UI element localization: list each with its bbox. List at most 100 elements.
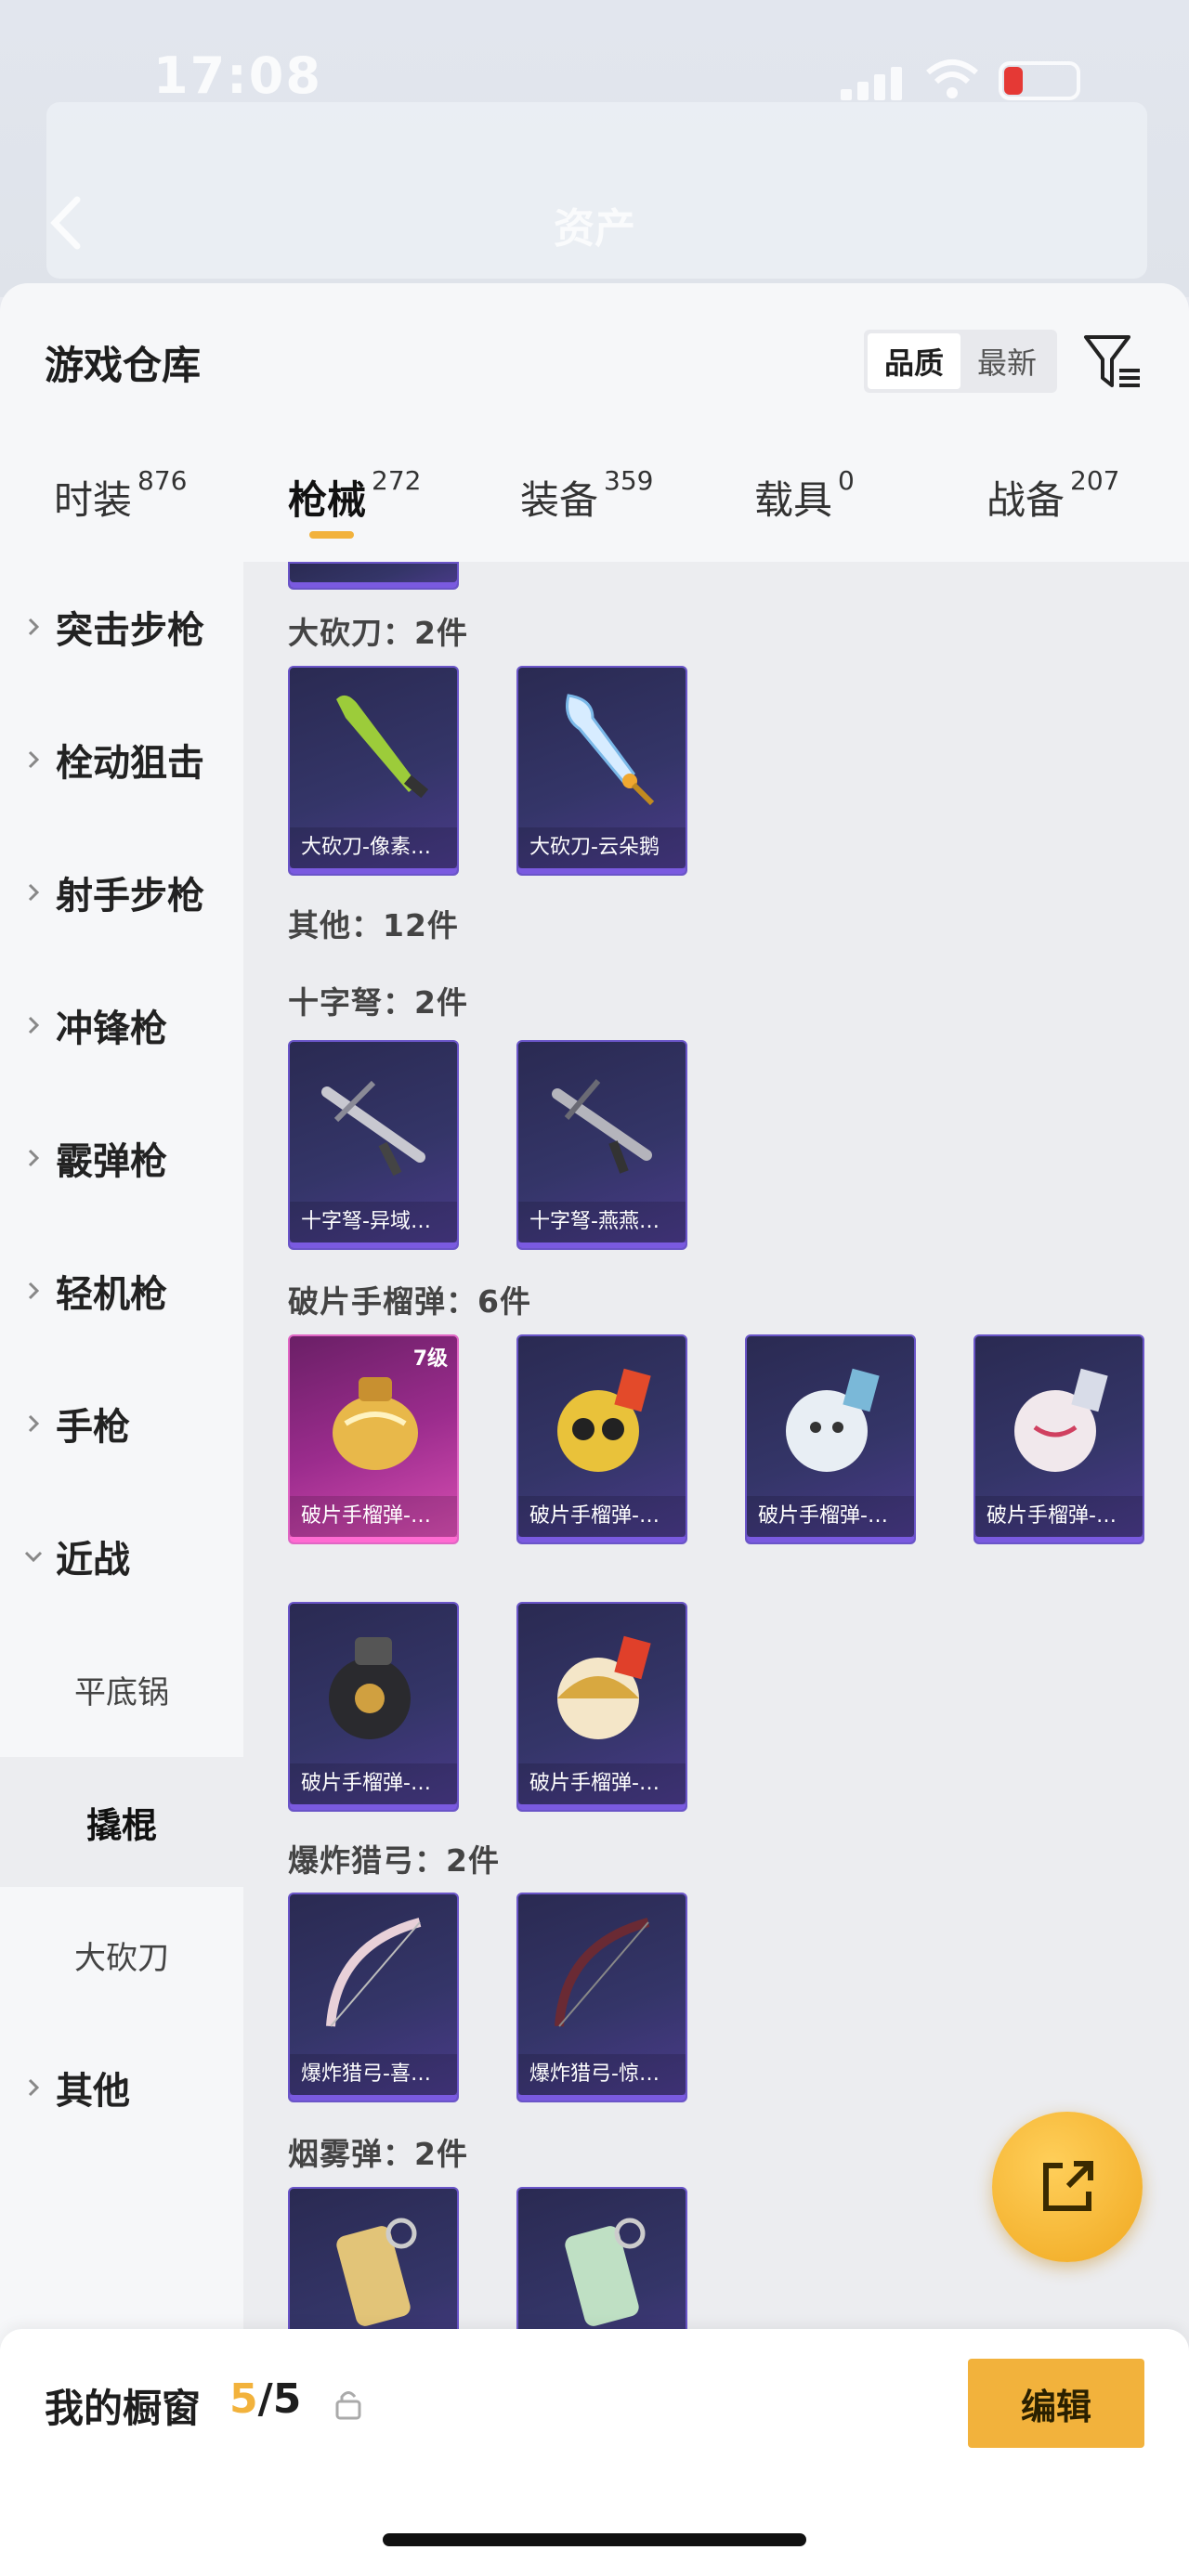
tab-label: 载具 (754, 477, 833, 523)
grenade-image (786, 1368, 880, 1472)
tab-count: 272 (372, 465, 422, 496)
tab-count: 0 (838, 465, 855, 496)
share-button[interactable] (992, 2112, 1143, 2262)
sidebar-item-label: 突击步枪 (56, 609, 204, 652)
item-name: 大砍刀-云朵鹅 (518, 827, 686, 868)
section-title-crossbow: 十字弩：2件 (288, 984, 468, 1021)
crossbow-image (321, 1080, 425, 1177)
sidebar-item-smg[interactable]: 冲锋枪 (0, 960, 243, 1090)
sidebar-item-marksman-rifle[interactable]: 射手步枪 (0, 827, 243, 957)
sheet-title: 游戏仓库 (45, 343, 202, 388)
item-name: 爆炸猎弓-惊… (518, 2054, 686, 2095)
tab-count: 359 (604, 465, 654, 496)
item-card[interactable]: 十字弩-异域… (288, 1040, 459, 1250)
chevron-right-icon (28, 2078, 40, 2097)
sidebar-item-label: 手枪 (56, 1406, 130, 1449)
item-name: 破片手榴弹-… (747, 1496, 914, 1537)
tab-fashion[interactable]: 时装 876 (54, 465, 187, 526)
tab-vehicles[interactable]: 载具 0 (754, 465, 855, 526)
crossbow-image (552, 1079, 652, 1174)
machete-image (566, 694, 655, 806)
sidebar-sub-machete[interactable]: 大砍刀 (0, 1890, 243, 2020)
item-name: 破片手榴弹-… (518, 1763, 686, 1804)
tab-equipment[interactable]: 装备 359 (520, 465, 653, 526)
battery-icon (999, 61, 1080, 100)
sidebar-item-melee[interactable]: 近战 (0, 1491, 243, 1621)
item-card[interactable]: 大砍刀-像素… (288, 666, 459, 876)
section-title-smoke: 烟雾弹：2件 (288, 2136, 468, 2172)
sidebar-item-label: 射手步枪 (56, 875, 204, 917)
showcase-label: 我的橱窗 (45, 2386, 202, 2431)
tab-count: 207 (1070, 465, 1120, 496)
item-name: 破片手榴弹-… (290, 1763, 457, 1804)
grenade-image (329, 1637, 411, 1739)
item-card[interactable]: 7级 破片手榴弹-… (288, 1334, 459, 1544)
category-sidebar: 突击步枪 栓动狙击 射手步枪 冲锋枪 霰弹枪 轻机枪 手枪 近战 平底锅 撬棍 … (0, 562, 243, 2576)
section-title-machete: 大砍刀：2件 (288, 615, 468, 651)
item-card[interactable]: 破片手榴弹-… (973, 1334, 1144, 1544)
grenade-image (333, 1377, 418, 1470)
chevron-down-icon (24, 1551, 43, 1563)
home-indicator (383, 2533, 806, 2546)
item-grid: 大砍刀：2件 大砍刀-像素… 大砍刀-云朵鹅 其他：12件 十字弩：2件 十字弩… (243, 562, 1189, 2576)
sidebar-item-pistol[interactable]: 手枪 (0, 1359, 243, 1489)
item-card[interactable]: 十字弩-燕燕… (516, 1040, 687, 1250)
tab-count: 876 (137, 465, 188, 496)
sidebar-sub-crowbar[interactable]: 撬棍 (0, 1757, 243, 1887)
item-name: 大砍刀-像素… (290, 827, 457, 868)
item-card[interactable]: 破片手榴弹-… (516, 1334, 687, 1544)
section-title-grenade: 破片手榴弹：6件 (288, 1283, 531, 1320)
item-name: 十字弩-异域… (290, 1202, 457, 1242)
showcase-total: /5 (257, 2375, 302, 2423)
item-card[interactable]: 爆炸猎弓-惊… (516, 1893, 687, 2102)
active-tab-indicator (309, 531, 354, 539)
chevron-right-icon (28, 1016, 40, 1034)
filter-icon[interactable] (1080, 330, 1145, 395)
chevron-right-icon (28, 750, 40, 769)
item-card[interactable]: 破片手榴弹-… (516, 1602, 687, 1812)
lock-icon (335, 2391, 361, 2420)
tab-gear[interactable]: 战备 207 (986, 465, 1119, 526)
tab-label: 枪械 (288, 477, 367, 523)
sidebar-item-label: 栓动狙击 (56, 742, 204, 785)
chevron-right-icon (28, 1281, 40, 1300)
tab-label: 时装 (54, 477, 133, 523)
sidebar-item-bolt-sniper[interactable]: 栓动狙击 (0, 695, 243, 825)
nav-title: 资产 (554, 205, 635, 253)
item-name: 破片手榴弹-… (975, 1496, 1143, 1537)
category-tabs: 时装 876 枪械 272 装备 359 载具 0 战备 207 (0, 460, 1189, 562)
item-card-partial[interactable] (288, 562, 459, 590)
sidebar-item-label: 轻机枪 (56, 1273, 167, 1316)
showcase-count: 5/5 (229, 2375, 301, 2423)
cellular-signal-icon (841, 63, 906, 100)
sidebar-item-label: 冲锋枪 (56, 1008, 167, 1050)
edit-button[interactable]: 编辑 (968, 2359, 1144, 2448)
share-icon (1043, 2161, 1093, 2211)
chevron-right-icon (28, 1414, 40, 1433)
sidebar-item-shotgun[interactable]: 霰弹枪 (0, 1093, 243, 1223)
machete-image (336, 695, 429, 799)
sidebar-item-label: 霰弹枪 (56, 1140, 167, 1183)
item-name: 破片手榴弹-… (290, 1496, 457, 1537)
grenade-image (557, 1635, 651, 1739)
sidebar-item-assault-rifle[interactable]: 突击步枪 (0, 562, 243, 692)
sort-quality-button[interactable]: 品质 (868, 333, 960, 389)
item-card[interactable]: 大砍刀-云朵鹅 (516, 666, 687, 876)
item-card[interactable]: 爆炸猎弓-喜… (288, 1893, 459, 2102)
sidebar-item-lmg[interactable]: 轻机枪 (0, 1226, 243, 1356)
tab-label: 装备 (520, 477, 599, 523)
grenade-image (1014, 1368, 1108, 1472)
sidebar-item-label: 其他 (56, 2070, 130, 2113)
chevron-right-icon (28, 618, 40, 636)
grenade-image (557, 1368, 651, 1472)
sidebar-item-other[interactable]: 其他 (0, 2023, 243, 2153)
tab-firearms[interactable]: 枪械 272 (288, 465, 421, 526)
item-name: 破片手榴弹-… (518, 1496, 686, 1537)
smoke-grenade-image (336, 2218, 417, 2326)
item-card[interactable]: 破片手榴弹-… (288, 1602, 459, 1812)
sort-newest-button[interactable]: 最新 (960, 333, 1053, 389)
item-name: 爆炸猎弓-喜… (290, 2054, 457, 2095)
sidebar-sub-frying-pan[interactable]: 平底锅 (0, 1624, 243, 1754)
smoke-grenade-image (565, 2218, 646, 2326)
item-card[interactable]: 破片手榴弹-… (745, 1334, 916, 1544)
